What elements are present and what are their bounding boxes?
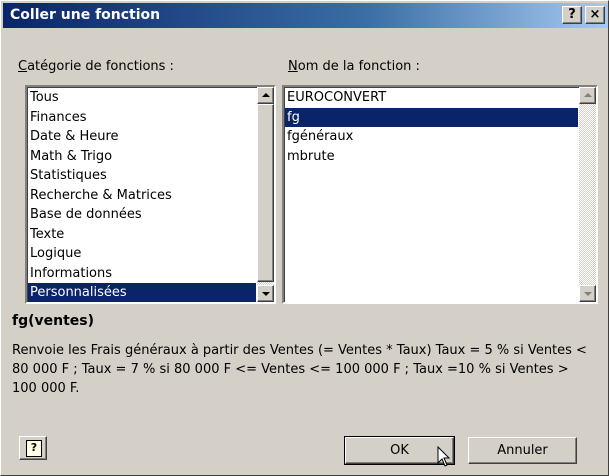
- function-name-label: Nom de la fonction :: [288, 59, 420, 74]
- function-item[interactable]: fgénéraux: [285, 127, 578, 147]
- title-help-button[interactable]: ?: [562, 6, 582, 24]
- function-syntax: fg(ventes): [12, 313, 95, 329]
- scroll-up-button[interactable]: [579, 87, 596, 104]
- category-item[interactable]: Date & Heure: [28, 127, 256, 147]
- category-item[interactable]: Tous: [28, 88, 256, 108]
- category-item[interactable]: Informations: [28, 264, 256, 284]
- help-button[interactable]: ?: [19, 436, 47, 460]
- chevron-up-icon: [584, 93, 592, 97]
- scroll-down-button[interactable]: [257, 285, 274, 302]
- category-item[interactable]: Personnalisées: [28, 283, 256, 302]
- chevron-down-icon: [262, 292, 270, 296]
- category-item[interactable]: Math & Trigo: [28, 147, 256, 167]
- dialog-title: Coller une fonction: [10, 7, 161, 23]
- mouse-pointer-icon: [437, 446, 451, 467]
- scroll-down-button[interactable]: [579, 285, 596, 302]
- category-scrollbar[interactable]: [257, 87, 274, 302]
- category-listbox[interactable]: Tous Finances Date & Heure Math & Trigo Stat…: [25, 85, 276, 304]
- function-item[interactable]: EUROCONVERT: [285, 88, 578, 108]
- category-item[interactable]: Texte: [28, 225, 256, 245]
- function-listbox[interactable]: EUROCONVERT fg fgénéraux mbrute: [282, 85, 598, 304]
- function-item[interactable]: mbrute: [285, 147, 578, 167]
- scroll-up-button[interactable]: [257, 87, 274, 104]
- chevron-down-icon: [584, 292, 592, 296]
- function-list: EUROCONVERT fg fgénéraux mbrute: [285, 88, 578, 166]
- category-label: Catégorie de fonctions :: [18, 59, 174, 74]
- category-item[interactable]: Recherche & Matrices: [28, 186, 256, 206]
- cancel-button[interactable]: Annuler: [468, 437, 577, 464]
- paste-function-dialog: Coller une fonction ? × Catégorie de fon…: [0, 0, 609, 476]
- chevron-up-icon: [262, 93, 270, 97]
- scroll-thumb[interactable]: [257, 104, 274, 282]
- function-description: Renvoie les Frais généraux à partir des …: [12, 343, 587, 396]
- function-scrollbar[interactable]: [579, 87, 596, 302]
- function-item[interactable]: fg: [285, 107, 578, 127]
- category-list: Tous Finances Date & Heure Math & Trigo Stat…: [28, 88, 256, 302]
- category-item[interactable]: Base de données: [28, 205, 256, 225]
- title-bar[interactable]: Coller une fonction ? ×: [3, 3, 608, 28]
- category-item[interactable]: Logique: [28, 244, 256, 264]
- category-item[interactable]: Finances: [28, 108, 256, 128]
- question-mark-icon: ?: [26, 440, 42, 457]
- category-item[interactable]: Statistiques: [28, 166, 256, 186]
- close-button[interactable]: ×: [585, 6, 605, 24]
